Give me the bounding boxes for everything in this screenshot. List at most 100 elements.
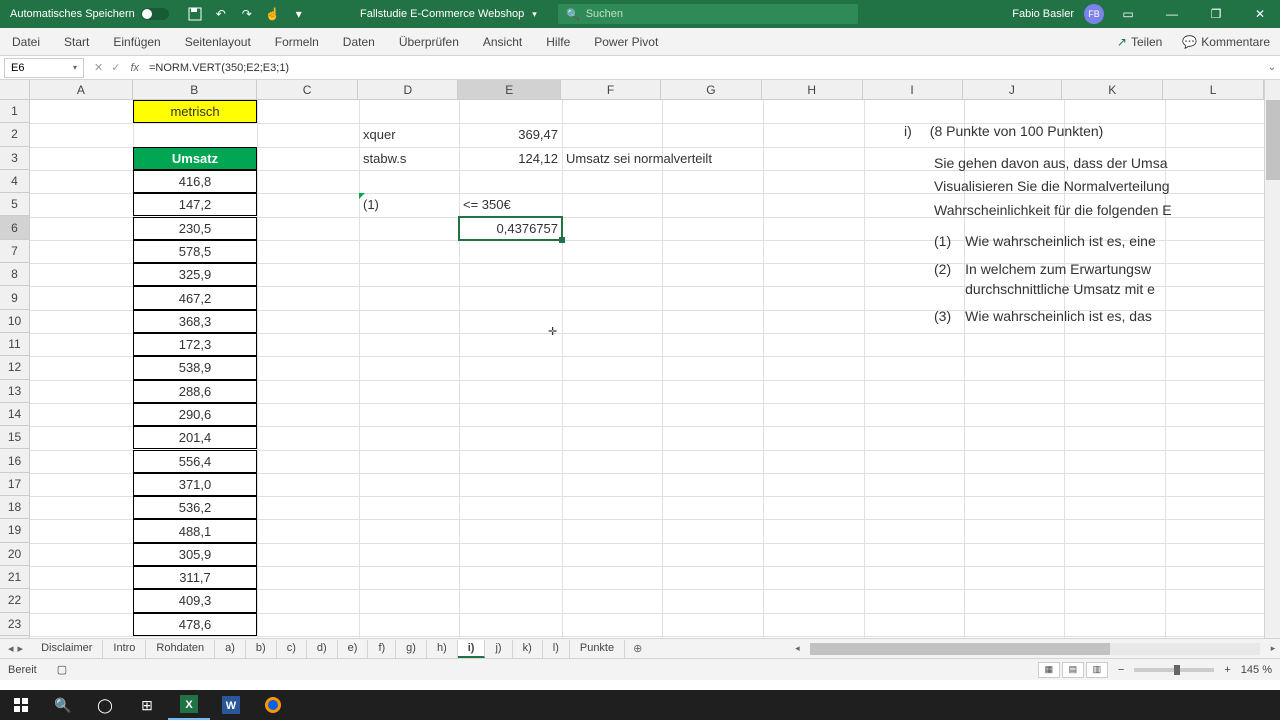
sheet-tab-d[interactable]: d) [307, 640, 338, 658]
normal-view-button[interactable]: ▦ [1038, 662, 1060, 678]
document-title[interactable]: Fallstudie E-Commerce Webshop ▾ [360, 8, 537, 20]
column-header-J[interactable]: J [963, 80, 1063, 99]
word-taskbar-icon[interactable]: W [210, 690, 252, 720]
sheet-tab-g[interactable]: g) [396, 640, 427, 658]
ribbon-tab-hilfe[interactable]: Hilfe [534, 28, 582, 55]
cell-B11[interactable]: 172,3 [133, 333, 257, 356]
zoom-out-button[interactable]: − [1118, 664, 1124, 676]
row-header-19[interactable]: 19 [0, 519, 29, 542]
sheet-tab-k[interactable]: k) [513, 640, 543, 658]
horizontal-scrollbar-thumb[interactable] [810, 643, 1110, 655]
zoom-slider[interactable] [1134, 668, 1214, 672]
sheet-tab-Rohdaten[interactable]: Rohdaten [146, 640, 215, 658]
column-header-L[interactable]: L [1163, 80, 1264, 99]
ribbon-tab-datei[interactable]: Datei [0, 28, 52, 55]
cell-E6[interactable]: 0,4376757 [459, 217, 562, 240]
row-header-10[interactable]: 10 [0, 310, 29, 333]
ribbon-tab-seitenlayout[interactable]: Seitenlayout [173, 28, 263, 55]
zoom-level[interactable]: 145 % [1241, 664, 1272, 676]
column-header-B[interactable]: B [133, 80, 257, 99]
column-header-G[interactable]: G [661, 80, 762, 99]
ribbon-tab-formeln[interactable]: Formeln [263, 28, 331, 55]
cell-B19[interactable]: 488,1 [133, 519, 257, 542]
cell-B6[interactable]: 230,5 [133, 217, 257, 240]
cell-B16[interactable]: 556,4 [133, 450, 257, 473]
cell-B23[interactable]: 478,6 [133, 613, 257, 636]
cell-B15[interactable]: 201,4 [133, 426, 257, 449]
sheet-tab-i[interactable]: i) [458, 640, 486, 658]
search-box[interactable]: 🔍 Suchen [558, 4, 858, 24]
column-header-I[interactable]: I [863, 80, 963, 99]
cell-B18[interactable]: 536,2 [133, 496, 257, 519]
task-view-icon[interactable]: ⊞ [126, 690, 168, 720]
cell-B4[interactable]: 416,8 [133, 170, 257, 193]
row-header-14[interactable]: 14 [0, 403, 29, 426]
column-header-E[interactable]: E [458, 80, 561, 99]
cell-B10[interactable]: 368,3 [133, 310, 257, 333]
cell-B13[interactable]: 288,6 [133, 380, 257, 403]
row-header-11[interactable]: 11 [0, 333, 29, 356]
row-header-13[interactable]: 13 [0, 380, 29, 403]
row-header-1[interactable]: 1 [0, 100, 29, 123]
firefox-taskbar-icon[interactable] [252, 690, 294, 720]
ribbon-tab-überprüfen[interactable]: Überprüfen [387, 28, 471, 55]
cell-B3[interactable]: Umsatz [133, 147, 257, 170]
cell-B14[interactable]: 290,6 [133, 403, 257, 426]
row-header-2[interactable]: 2 [0, 123, 29, 146]
cortana-icon[interactable]: ◯ [84, 690, 126, 720]
cell-E5[interactable]: <= 350€ [459, 193, 562, 216]
cell-B7[interactable]: 578,5 [133, 240, 257, 263]
fx-icon[interactable]: fx [130, 62, 145, 74]
sheet-nav[interactable]: ◂▸ [0, 642, 31, 655]
page-break-view-button[interactable]: ▥ [1086, 662, 1108, 678]
sheet-tab-Punkte[interactable]: Punkte [570, 640, 625, 658]
cell-B22[interactable]: 409,3 [133, 589, 257, 612]
cell-B8[interactable]: 325,9 [133, 263, 257, 286]
touch-icon[interactable]: ☝ [265, 6, 281, 22]
qat-more-icon[interactable]: ▾ [291, 6, 307, 22]
sheet-tab-Disclaimer[interactable]: Disclaimer [31, 640, 103, 658]
ribbon-tab-ansicht[interactable]: Ansicht [471, 28, 534, 55]
row-header-7[interactable]: 7 [0, 240, 29, 263]
close-button[interactable]: ✕ [1240, 0, 1280, 28]
cell-F3[interactable]: Umsatz sei normalverteilt [562, 147, 822, 170]
sheet-next-icon[interactable]: ▸ [18, 642, 24, 655]
column-header-C[interactable]: C [257, 80, 359, 99]
user-avatar[interactable]: FB [1084, 4, 1104, 24]
horizontal-scrollbar[interactable] [810, 643, 1260, 655]
column-header-D[interactable]: D [358, 80, 458, 99]
select-all-corner[interactable] [0, 80, 30, 100]
row-header-6[interactable]: 6 [0, 216, 29, 239]
column-header-A[interactable]: A [30, 80, 133, 99]
cell-B17[interactable]: 371,0 [133, 473, 257, 496]
expand-formula-bar-icon[interactable]: ⌄ [1264, 62, 1280, 73]
sheet-tab-a[interactable]: a) [215, 640, 246, 658]
redo-icon[interactable]: ↷ [239, 6, 255, 22]
autosave-toggle[interactable]: Automatisches Speichern [0, 8, 179, 20]
cell-E2[interactable]: 369,47 [459, 123, 562, 146]
search-taskbar-icon[interactable]: 🔍 [42, 690, 84, 720]
undo-icon[interactable]: ↶ [213, 6, 229, 22]
sheet-tab-h[interactable]: h) [427, 640, 458, 658]
column-header-F[interactable]: F [561, 80, 661, 99]
sheet-prev-icon[interactable]: ◂ [8, 642, 14, 655]
sheet-tab-l[interactable]: l) [543, 640, 570, 658]
sheet-tab-c[interactable]: c) [277, 640, 307, 658]
ribbon-tab-power pivot[interactable]: Power Pivot [582, 28, 670, 55]
zoom-in-button[interactable]: + [1224, 664, 1230, 676]
cell-E3[interactable]: 124,12 [459, 147, 562, 170]
sheet-tab-f[interactable]: f) [368, 640, 396, 658]
sheet-tab-b[interactable]: b) [246, 640, 277, 658]
name-box[interactable]: E6 ▾ [4, 58, 84, 78]
enter-icon[interactable]: ✓ [111, 61, 120, 74]
row-header-12[interactable]: 12 [0, 356, 29, 379]
ribbon-tab-start[interactable]: Start [52, 28, 101, 55]
ribbon-display-icon[interactable]: ▭ [1108, 0, 1148, 28]
row-header-9[interactable]: 9 [0, 286, 29, 309]
formula-input[interactable]: =NORM.VERT(350;E2;E3;1) [145, 62, 1264, 74]
row-header-20[interactable]: 20 [0, 543, 29, 566]
column-header-H[interactable]: H [762, 80, 863, 99]
row-header-16[interactable]: 16 [0, 449, 29, 472]
row-header-8[interactable]: 8 [0, 263, 29, 286]
row-header-5[interactable]: 5 [0, 193, 29, 216]
